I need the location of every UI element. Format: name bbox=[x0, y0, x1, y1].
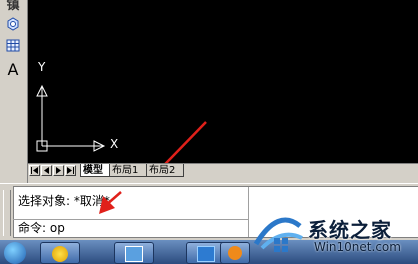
start-orb-icon[interactable] bbox=[4, 242, 26, 264]
annotation-arrow bbox=[164, 121, 207, 163]
previous-tab-button[interactable] bbox=[41, 165, 52, 176]
tab-layout2[interactable]: 布局2 bbox=[146, 164, 184, 177]
ucs-x-label: X bbox=[110, 137, 119, 151]
watermark-logo-icon bbox=[253, 217, 303, 252]
last-tab-button[interactable] bbox=[65, 165, 76, 176]
next-tab-button[interactable] bbox=[53, 165, 64, 176]
taskbar-app-2[interactable] bbox=[114, 242, 154, 264]
layout-tab-bar: 模型 布局1 布局2 bbox=[28, 163, 418, 178]
table-icon[interactable] bbox=[4, 37, 22, 53]
taskbar-app-1[interactable] bbox=[40, 242, 80, 264]
command-prompt-line[interactable]: 命令: op bbox=[18, 220, 65, 236]
drawing-canvas[interactable]: Y X bbox=[28, 0, 418, 163]
text-tool-icon[interactable]: A bbox=[4, 60, 22, 79]
tab-model[interactable]: 模型 bbox=[80, 164, 110, 177]
command-window-grip[interactable] bbox=[3, 190, 11, 236]
region-icon[interactable] bbox=[4, 16, 22, 32]
first-tab-button[interactable] bbox=[29, 165, 40, 176]
watermark-url: Win10net.com bbox=[314, 240, 401, 254]
draw-toolbar: 镇 A bbox=[0, 0, 28, 183]
ucs-y-label: Y bbox=[38, 60, 46, 74]
tab-layout1[interactable]: 布局1 bbox=[109, 164, 147, 177]
annotation-arrowhead bbox=[99, 191, 122, 214]
taskbar-app-4[interactable] bbox=[220, 242, 250, 264]
ucs-icon bbox=[36, 84, 106, 152]
truncated-tool-glyph: 镇 bbox=[6, 0, 20, 13]
watermark-title: 系统之家 bbox=[308, 218, 392, 242]
watermark: 系统之家 Win10net.com bbox=[250, 212, 418, 264]
